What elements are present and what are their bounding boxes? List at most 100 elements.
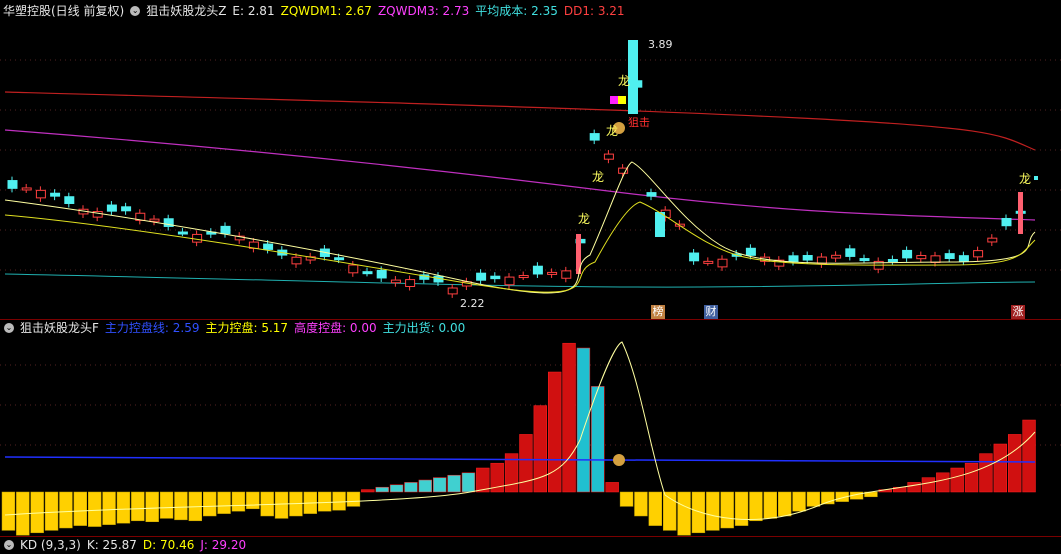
indicator-bar <box>519 434 533 493</box>
kd-name: KD (9,3,3) <box>20 538 81 552</box>
dragon-label-5: 龙 <box>1019 172 1032 186</box>
candle-body <box>121 206 132 212</box>
candle-body <box>390 279 401 284</box>
indicator-bar <box>461 472 476 493</box>
high-price-label: 3.89 <box>648 38 673 51</box>
indicator-bar <box>1 491 16 531</box>
candle-body <box>973 250 984 258</box>
indicator-bar <box>806 491 821 507</box>
indicator-bar <box>246 491 260 510</box>
indicator-bar <box>203 491 217 517</box>
dragon-label-1: 龙 <box>618 74 631 88</box>
candle-body <box>589 133 600 141</box>
candle-body <box>603 153 614 160</box>
indicator-settings-icon[interactable]: ⌄ <box>4 323 14 333</box>
tag-finance[interactable]: 财 <box>704 305 718 319</box>
candle-body <box>646 192 657 197</box>
price-chart[interactable] <box>0 0 1061 318</box>
candle-body <box>859 258 870 262</box>
low-price-label: 2.22 <box>460 297 485 310</box>
indicator-bar <box>260 491 274 517</box>
indicator-bar <box>59 491 73 529</box>
candle-body <box>547 271 558 275</box>
indicator-bar <box>921 477 936 493</box>
indicator-bar <box>375 486 389 493</box>
indicator-bar <box>318 491 332 512</box>
candle-body <box>376 269 387 279</box>
dragon-label-2: 龙 <box>606 124 619 138</box>
candle-body <box>745 247 756 256</box>
kd-field-d: D: 70.46 <box>142 538 195 552</box>
indicator-bar <box>634 491 648 517</box>
indicator-bar <box>950 467 964 493</box>
indicator-bar <box>964 462 979 493</box>
candle-body <box>21 187 32 191</box>
indicator-bar <box>706 491 720 531</box>
candle-body <box>902 249 913 259</box>
indicator-bar <box>102 491 116 525</box>
ma-magenta <box>4 129 1036 221</box>
indicator-bar <box>562 342 576 493</box>
indicator-bar <box>936 472 950 493</box>
candle-body <box>1001 217 1012 227</box>
dragon-label-3: 龙 <box>592 170 605 184</box>
indicator-bar <box>878 489 892 493</box>
candle-body <box>717 258 728 268</box>
candle-body <box>192 233 203 243</box>
tag-limit-up[interactable]: 涨 <box>1011 305 1025 319</box>
candle-body <box>518 275 529 279</box>
ind-field-control: 主力控盘: 5.17 <box>205 321 289 335</box>
indicator-bar <box>907 482 921 493</box>
candle-body <box>788 255 799 263</box>
indicator-bar <box>361 489 375 493</box>
candle-body <box>348 264 359 274</box>
kd-settings-icon[interactable]: ⌄ <box>4 540 14 550</box>
indicator-bar <box>548 371 562 493</box>
candle-body <box>916 255 927 260</box>
indicator-bar <box>1008 434 1022 493</box>
indicator-bar <box>821 491 835 505</box>
ind-field-high-control: 高度控盘: 0.00 <box>294 321 377 335</box>
candle-body <box>490 275 501 280</box>
indicator-bar <box>159 491 174 519</box>
kd-field-k: K: 25.87 <box>86 538 137 552</box>
indicator-bar <box>677 491 691 536</box>
candle-body <box>35 189 46 199</box>
signal-block-yellow <box>618 96 626 104</box>
indicator-bar <box>648 491 662 526</box>
candle-body <box>845 248 856 257</box>
tag-list[interactable]: 榜 <box>651 305 665 319</box>
ma-white <box>4 161 1036 294</box>
indicator-bar <box>749 491 763 522</box>
indicator-bar <box>145 491 159 523</box>
indicator-bar <box>332 491 346 511</box>
indicator-bar <box>591 386 605 493</box>
indicator-bar <box>720 491 734 529</box>
candle-body <box>504 276 515 286</box>
indicator-bar <box>231 491 246 512</box>
signal-candle-2 <box>1018 192 1023 234</box>
indicator-bar <box>418 479 432 493</box>
candle-body <box>831 254 842 259</box>
candle-body <box>447 287 458 295</box>
indicator-bar <box>893 486 907 493</box>
candle-body <box>405 279 416 287</box>
indicator-bar <box>619 491 634 507</box>
indicator-name: 狙击妖股龙头F <box>20 321 99 335</box>
candle-body <box>930 255 941 263</box>
candle-body <box>334 257 345 261</box>
indicator-bar <box>404 482 418 493</box>
candle-body <box>689 252 700 262</box>
indicator-bar <box>993 443 1007 493</box>
indicator-bar <box>792 491 806 512</box>
candle-body <box>561 270 572 279</box>
candle-body <box>149 218 160 222</box>
indicator-bar <box>504 453 519 493</box>
indicator-bar <box>433 477 447 493</box>
ma-long-red <box>4 91 1036 151</box>
indicator-bar <box>289 491 303 517</box>
dragon-label-4: 龙 <box>578 212 591 226</box>
kd-field-j: J: 29.20 <box>200 538 247 552</box>
candle-body <box>50 192 61 197</box>
candle-body <box>987 237 998 243</box>
